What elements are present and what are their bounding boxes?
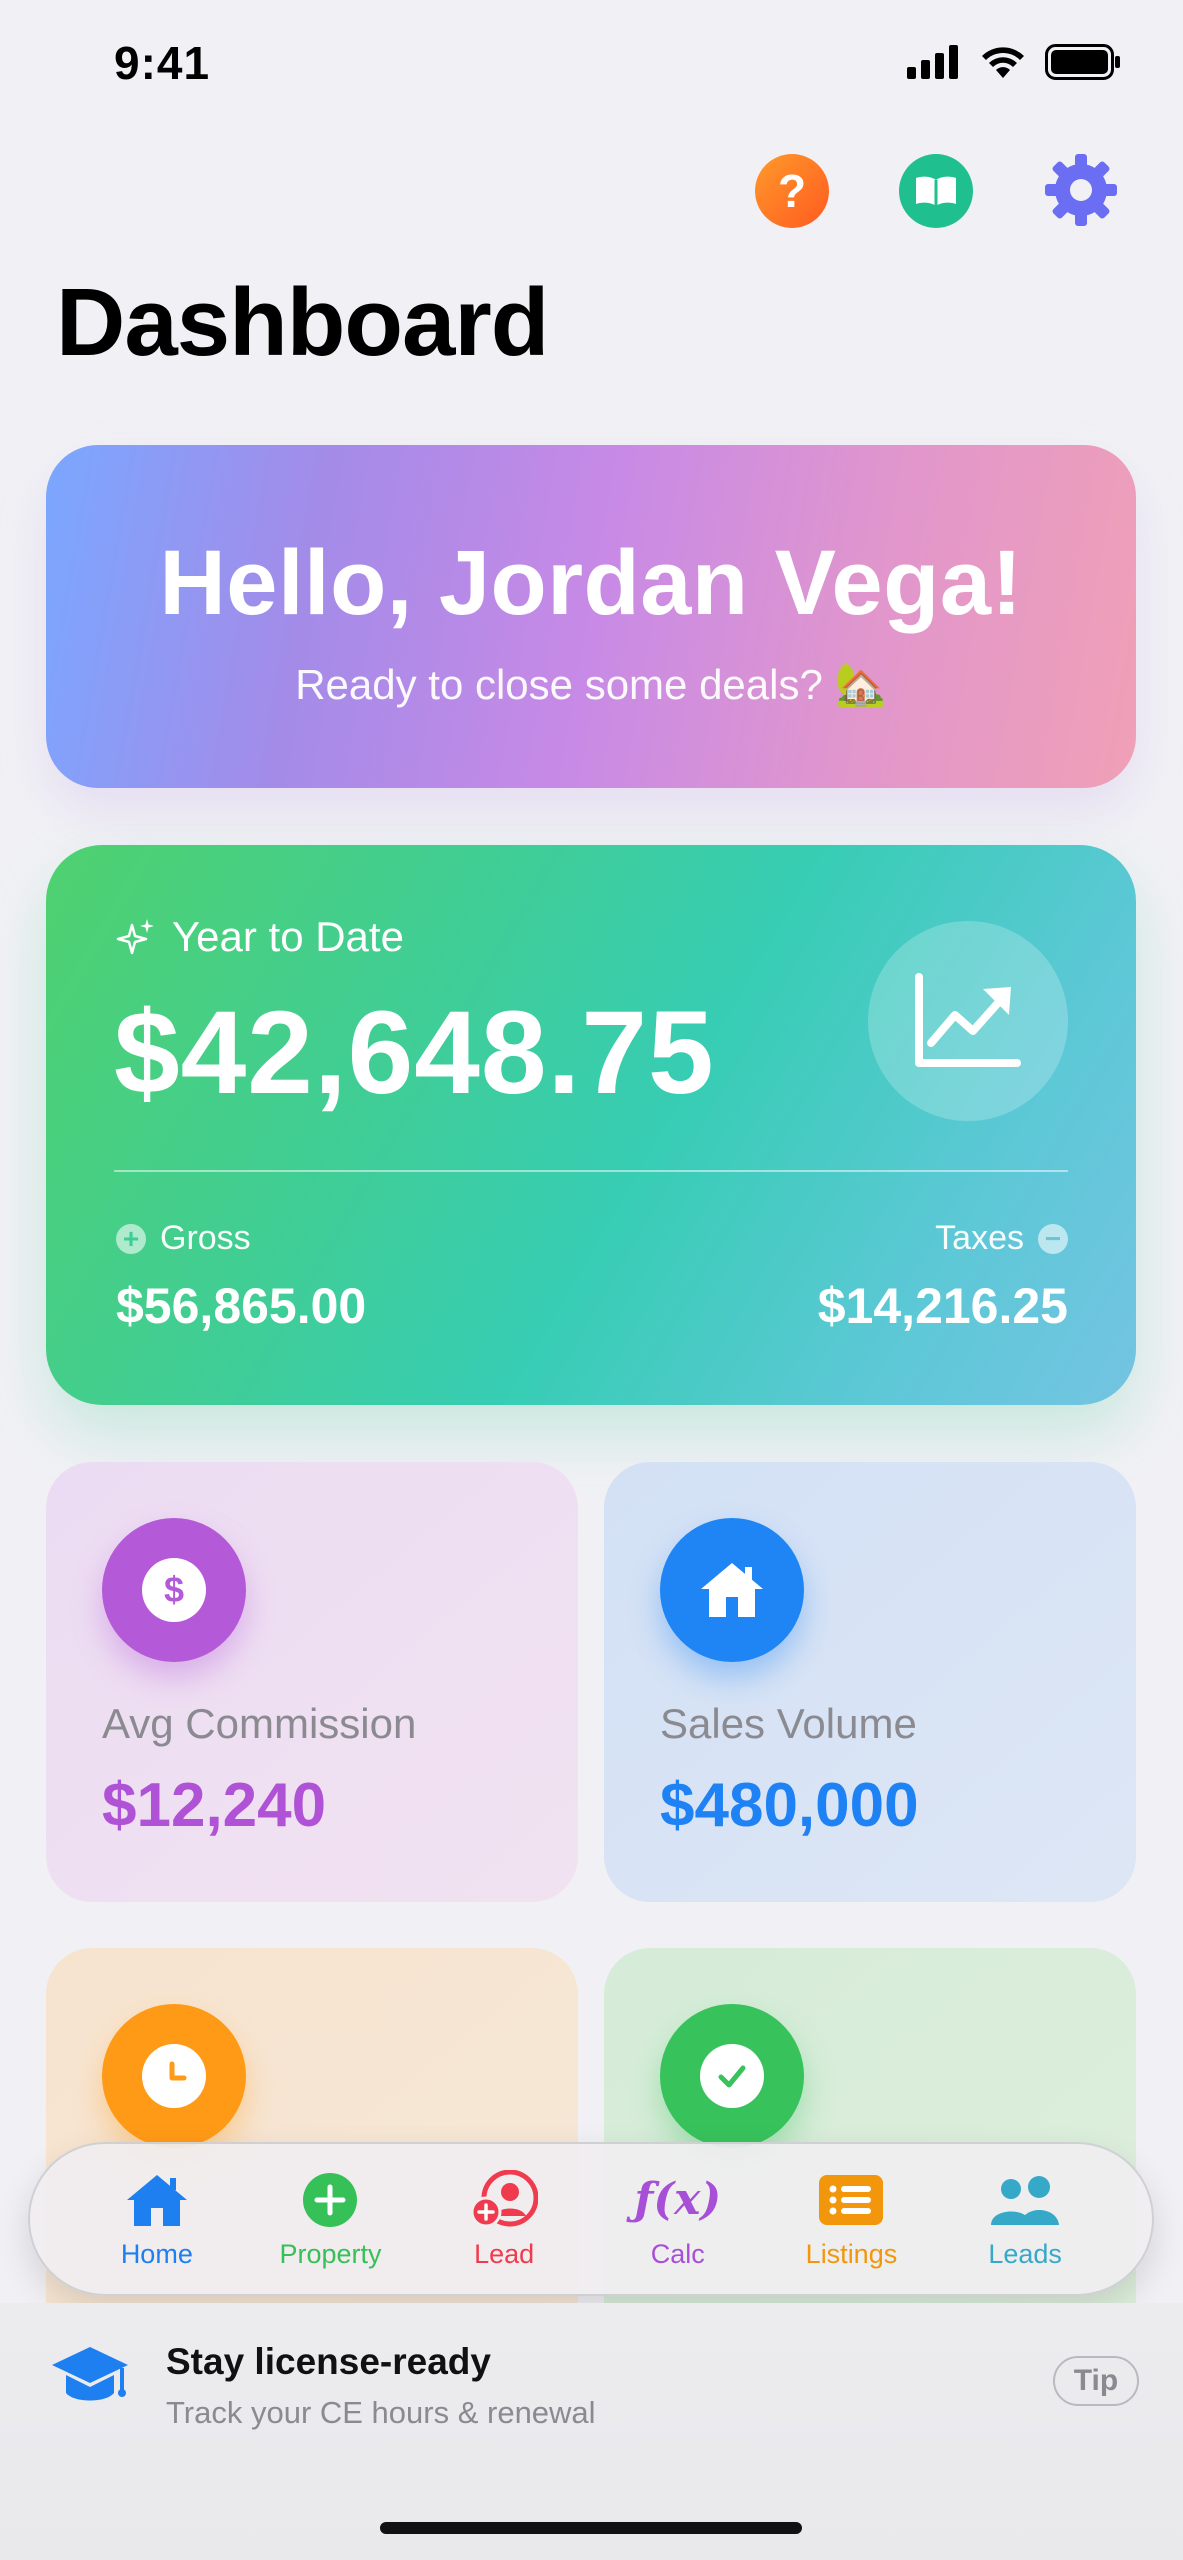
ytd-label-row: Year to Date: [116, 913, 404, 961]
banner-title: Stay license-ready: [166, 2341, 491, 2382]
tab-property[interactable]: Property: [250, 2169, 410, 2270]
house-icon: [701, 1563, 763, 1617]
avg-commission-card[interactable]: $ Avg Commission $12,240: [46, 1462, 578, 1902]
battery-icon: [1045, 44, 1120, 80]
graduation-cap-icon: [52, 2347, 128, 2401]
ytd-divider: [114, 1170, 1068, 1172]
book-icon: [916, 176, 956, 206]
home-indicator[interactable]: [380, 2522, 802, 2534]
status-time: 9:41: [114, 37, 211, 89]
tab-listings[interactable]: Listings: [771, 2169, 931, 2270]
ytd-amount: $42,648.75: [114, 987, 715, 1119]
help-button[interactable]: ?: [755, 154, 829, 228]
tab-home[interactable]: Home: [77, 2169, 237, 2270]
tab-label: Leads: [988, 2238, 1062, 2269]
tab-lead[interactable]: Lead: [424, 2169, 584, 2270]
chart-badge: [868, 921, 1068, 1121]
dollar-icon: $: [142, 1558, 206, 1622]
gear-icon: [1045, 154, 1117, 226]
sales-volume-card[interactable]: Sales Volume $480,000: [604, 1462, 1136, 1902]
check-icon-badge: [660, 2004, 804, 2148]
status-bar: 9:41: [0, 0, 1183, 130]
ytd-label: Year to Date: [172, 913, 404, 960]
cellular-signal-icon: [907, 45, 958, 79]
guide-button[interactable]: [899, 154, 973, 228]
banner-subtitle: Track your CE hours & renewal: [166, 2395, 596, 2430]
clock-icon-badge: [102, 2004, 246, 2148]
trending-up-icon: [915, 973, 1021, 1067]
gross-label-row: + Gross: [116, 1219, 251, 1258]
greeting-card: Hello, Jordan Vega! Ready to close some …: [46, 445, 1136, 788]
plus-circle-icon: [302, 2169, 358, 2231]
plus-circle-icon: +: [116, 1223, 146, 1254]
stat-value: $12,240: [102, 1771, 327, 1840]
stat-label: Sales Volume: [660, 1700, 917, 1747]
tab-leads[interactable]: Leads: [945, 2169, 1105, 2270]
wifi-icon: [982, 47, 1024, 78]
volume-icon-badge: [660, 1518, 804, 1662]
tab-bar: Home Property Lead ƒ(x) Calc Listings Le…: [28, 2142, 1154, 2296]
ytd-earnings-card[interactable]: Year to Date $42,648.75 + Gross $56,865.…: [46, 845, 1136, 1405]
status-icons: [907, 44, 1121, 80]
sparkles-icon: [116, 919, 154, 955]
taxes-value: $14,216.25: [817, 1278, 1068, 1334]
tab-label: Lead: [474, 2238, 535, 2269]
stat-label: Avg Commission: [102, 1700, 417, 1747]
fx-icon: ƒ(x): [634, 2174, 722, 2225]
tip-button[interactable]: Tip: [1053, 2356, 1139, 2406]
taxes-label: Taxes: [935, 1219, 1024, 1257]
gross-label: Gross: [160, 1219, 251, 1257]
people-icon: [987, 2169, 1063, 2231]
taxes-label-row: Taxes −: [935, 1219, 1068, 1258]
commission-icon-badge: $: [102, 1518, 246, 1662]
clock-icon: [142, 2044, 206, 2108]
page-title: Dashboard: [56, 269, 549, 376]
list-icon: [819, 2169, 884, 2231]
tab-calc[interactable]: ƒ(x) Calc: [598, 2169, 758, 2270]
minus-circle-icon: −: [1038, 1223, 1068, 1254]
gross-value: $56,865.00: [116, 1278, 367, 1334]
stat-value: $480,000: [660, 1771, 919, 1840]
tab-label: Calc: [650, 2238, 705, 2269]
greeting-title: Hello, Jordan Vega!: [159, 532, 1023, 634]
tab-label: Property: [279, 2238, 382, 2269]
person-add-icon: [470, 2169, 539, 2231]
tab-label: Home: [120, 2238, 193, 2269]
checkmark-icon: [700, 2044, 764, 2108]
tab-label: Listings: [805, 2238, 898, 2269]
question-icon: ?: [777, 165, 807, 217]
house-icon: [124, 2169, 190, 2231]
greeting-subtitle: Ready to close some deals? 🏡: [295, 661, 887, 708]
settings-button[interactable]: [1043, 152, 1119, 228]
